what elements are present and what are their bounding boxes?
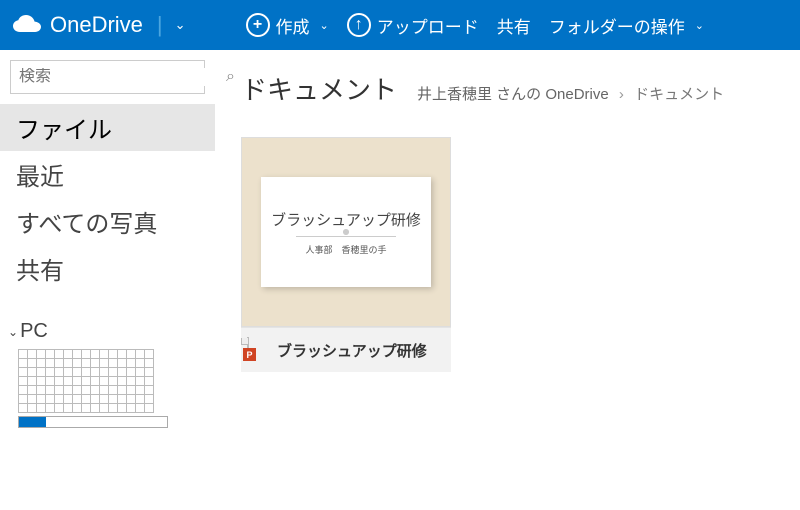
page-title: ドキュメント xyxy=(241,70,397,107)
file-tile[interactable]: ブラッシュアップ研修 人事部 香穂里の手 P ブラッシュアップ研修 xyxy=(241,137,451,372)
file-thumbnail: ブラッシュアップ研修 人事部 香穂里の手 xyxy=(241,137,451,327)
search-input[interactable] xyxy=(19,68,226,86)
create-label: 作成 xyxy=(276,13,310,38)
powerpoint-icon: P xyxy=(247,338,269,362)
pc-section-header[interactable]: ⌄ PC xyxy=(8,320,207,343)
breadcrumb-owner[interactable]: 井上香穂里 さんの OneDrive xyxy=(417,86,609,103)
slide-preview: ブラッシュアップ研修 人事部 香穂里の手 xyxy=(261,177,431,287)
search-box[interactable]: ⌕ xyxy=(10,60,205,94)
breadcrumb: 井上香穂里 さんの OneDrive › ドキュメント xyxy=(417,83,724,104)
file-label-row: P ブラッシュアップ研修 xyxy=(241,327,451,372)
onedrive-cloud-icon xyxy=(10,14,44,36)
file-name: ブラッシュアップ研修 xyxy=(277,340,427,361)
brand-separator: | xyxy=(157,12,163,38)
toolbar: + 作成 ⌄ ↑ アップロード 共有 フォルダーの操作 ⌄ xyxy=(246,13,704,38)
sidebar-item-recent[interactable]: 最近 xyxy=(0,151,215,198)
upload-label: アップロード xyxy=(377,13,479,38)
share-button[interactable]: 共有 xyxy=(497,13,531,38)
content-area: ドキュメント 井上香穂里 さんの OneDrive › ドキュメント ブラッシュ… xyxy=(215,50,800,510)
brand[interactable]: OneDrive | ⌄ xyxy=(10,12,196,38)
sidebar-nav: ファイル 最近 すべての写真 共有 xyxy=(0,104,215,292)
upload-icon: ↑ xyxy=(347,13,371,37)
page-head: ドキュメント 井上香穂里 さんの OneDrive › ドキュメント xyxy=(241,70,774,107)
sidebar-item-shared[interactable]: 共有 xyxy=(0,245,215,292)
folder-ops-button[interactable]: フォルダーの操作 ⌄ xyxy=(549,13,704,38)
share-label: 共有 xyxy=(497,13,531,38)
brand-chevron-down-icon[interactable]: ⌄ xyxy=(175,17,186,33)
chevron-down-icon: ⌄ xyxy=(8,325,18,339)
pc-section: ⌄ PC xyxy=(0,320,215,428)
search-wrap: ⌕ xyxy=(0,50,215,104)
breadcrumb-separator: › xyxy=(619,86,624,103)
storage-grid-icon xyxy=(18,349,207,412)
folder-ops-label: フォルダーの操作 xyxy=(549,13,685,38)
main-area: ⌕ ファイル 最近 すべての写真 共有 ⌄ PC xyxy=(0,50,800,510)
storage-usage-fill xyxy=(19,417,46,427)
create-button[interactable]: + 作成 ⌄ xyxy=(246,13,329,38)
chevron-down-icon: ⌄ xyxy=(320,19,329,32)
slide-subtitle: 人事部 香穂里の手 xyxy=(305,243,386,256)
app-header: OneDrive | ⌄ + 作成 ⌄ ↑ アップロード 共有 フォルダーの操作… xyxy=(0,0,800,50)
sidebar-item-files[interactable]: ファイル xyxy=(0,104,215,151)
file-grid: ブラッシュアップ研修 人事部 香穂里の手 P ブラッシュアップ研修 xyxy=(241,137,774,372)
sidebar: ⌕ ファイル 最近 すべての写真 共有 ⌄ PC xyxy=(0,50,215,510)
sidebar-item-all-photos[interactable]: すべての写真 xyxy=(0,198,215,245)
slide-divider xyxy=(296,236,396,237)
storage-usage-bar xyxy=(18,416,168,428)
pc-label: PC xyxy=(20,320,48,343)
chevron-down-icon: ⌄ xyxy=(695,19,704,32)
upload-button[interactable]: ↑ アップロード xyxy=(347,13,479,38)
plus-icon: + xyxy=(246,13,270,37)
brand-name: OneDrive xyxy=(50,12,143,38)
breadcrumb-current: ドキュメント xyxy=(634,86,724,103)
slide-title: ブラッシュアップ研修 xyxy=(271,209,421,230)
